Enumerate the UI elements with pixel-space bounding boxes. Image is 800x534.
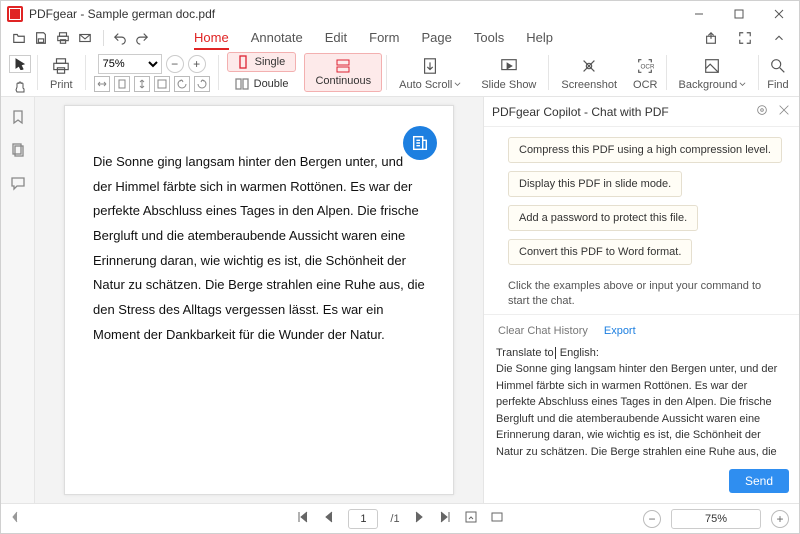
fullscreen-icon[interactable] — [733, 28, 757, 48]
divider — [103, 30, 104, 46]
undo-icon[interactable] — [110, 28, 130, 48]
background-button[interactable]: Background — [669, 49, 757, 96]
copilot-header: PDFgear Copilot - Chat with PDF — [484, 97, 799, 127]
first-page-button[interactable] — [296, 510, 310, 527]
svg-text:OCR: OCR — [641, 63, 655, 70]
copilot-fab-button[interactable] — [403, 126, 437, 160]
window-close-button[interactable] — [759, 1, 799, 27]
select-tool-button[interactable] — [9, 55, 31, 73]
page-display-group: Single Double — [221, 49, 303, 96]
fit-width-icon[interactable] — [94, 76, 110, 92]
suggestion-slide[interactable]: Display this PDF in slide mode. — [508, 171, 682, 197]
open-file-icon[interactable] — [9, 28, 29, 48]
copilot-suggestions: Compress this PDF using a high compressi… — [484, 127, 799, 314]
copilot-hint: Click the examples above or input your c… — [508, 279, 785, 310]
single-page-button[interactable]: Single — [227, 52, 297, 72]
clear-chat-link[interactable]: Clear Chat History — [498, 325, 588, 337]
title-bar: PDFgear - Sample german doc.pdf — [1, 1, 799, 27]
suggestion-word[interactable]: Convert this PDF to Word format. — [508, 239, 692, 265]
menu-annotate[interactable]: Annotate — [251, 27, 303, 50]
email-icon[interactable] — [75, 28, 95, 48]
prev-page-button[interactable] — [322, 510, 336, 527]
page-number-input[interactable]: 1 — [348, 509, 378, 529]
copilot-panel: PDFgear Copilot - Chat with PDF Compress… — [483, 97, 799, 503]
reading-mode-icon[interactable] — [490, 510, 504, 527]
copilot-settings-icon[interactable] — [747, 103, 769, 120]
next-page-button[interactable] — [412, 510, 426, 527]
collapse-sidebar-icon[interactable] — [11, 511, 19, 526]
ocr-button[interactable]: OCR OCR — [627, 49, 663, 96]
suggestion-compress[interactable]: Compress this PDF using a high compressi… — [508, 137, 782, 163]
rotate-right-icon[interactable] — [194, 76, 210, 92]
continuous-button[interactable]: Continuous — [304, 53, 382, 92]
pdf-page: Die Sonne ging langsam hinter den Bergen… — [64, 105, 454, 495]
bookmark-panel-icon[interactable] — [10, 109, 26, 128]
top-toolbar: Home Annotate Edit Form Page Tools Help — [1, 27, 799, 49]
menu-help[interactable]: Help — [526, 27, 553, 50]
copilot-chat-area: Clear Chat History Export Translate to E… — [484, 314, 799, 463]
left-sidebar — [1, 97, 35, 503]
suggestion-password[interactable]: Add a password to protect this file. — [508, 205, 698, 231]
titlebar-right-controls — [699, 27, 793, 49]
collapse-ribbon-icon[interactable] — [767, 28, 791, 48]
rotate-left-icon[interactable] — [174, 76, 190, 92]
auto-scroll-button[interactable]: Auto Scroll — [389, 49, 471, 96]
export-chat-link[interactable]: Export — [604, 325, 636, 337]
redo-icon[interactable] — [132, 28, 152, 48]
zoom-in-footer-button[interactable]: + — [771, 510, 789, 528]
zoom-out-button[interactable]: − — [166, 55, 184, 73]
save-icon[interactable] — [31, 28, 51, 48]
print-button[interactable]: Print — [40, 49, 83, 96]
copilot-title: PDFgear Copilot - Chat with PDF — [492, 105, 669, 119]
menu-page[interactable]: Page — [421, 27, 451, 50]
window-title: PDFgear - Sample german doc.pdf — [29, 7, 679, 21]
comments-panel-icon[interactable] — [10, 175, 26, 194]
document-text: Die Sonne ging langsam hinter den Bergen… — [93, 150, 425, 348]
zoom-out-footer-button[interactable]: − — [643, 510, 661, 528]
ribbon-toolbar: Print 75% − + Single Double — [1, 49, 799, 97]
print-icon[interactable] — [53, 28, 73, 48]
window-maximize-button[interactable] — [719, 1, 759, 27]
slide-show-button[interactable]: Slide Show — [471, 49, 546, 96]
app-logo-icon — [7, 6, 23, 22]
fit-height-icon[interactable] — [134, 76, 150, 92]
document-viewport[interactable]: Die Sonne ging langsam hinter den Bergen… — [35, 97, 483, 503]
last-page-button[interactable] — [438, 510, 452, 527]
menu-tools[interactable]: Tools — [474, 27, 504, 50]
print-label: Print — [50, 79, 73, 91]
zoom-in-button[interactable]: + — [188, 55, 206, 73]
page-count: /1 — [390, 513, 399, 525]
main-menu: Home Annotate Edit Form Page Tools Help — [194, 27, 553, 50]
reflow-icon[interactable] — [464, 510, 478, 527]
thumbnails-panel-icon[interactable] — [10, 142, 26, 161]
window-minimize-button[interactable] — [679, 1, 719, 27]
zoom-select[interactable]: 75% — [98, 54, 162, 74]
zoom-group: 75% − + — [88, 49, 216, 96]
find-button[interactable]: Find — [761, 49, 794, 96]
hand-tool-button[interactable] — [9, 79, 31, 96]
copilot-close-icon[interactable] — [769, 103, 791, 120]
status-bar: 1 /1 − 75% + — [1, 503, 799, 533]
zoom-value-footer[interactable]: 75% — [671, 509, 761, 529]
share-icon[interactable] — [699, 28, 723, 48]
fit-page-icon[interactable] — [114, 76, 130, 92]
send-button[interactable]: Send — [729, 469, 789, 493]
double-page-button[interactable]: Double — [227, 74, 297, 94]
menu-edit[interactable]: Edit — [325, 27, 347, 50]
actual-size-icon[interactable] — [154, 76, 170, 92]
menu-home[interactable]: Home — [194, 27, 229, 50]
screenshot-button[interactable]: Screenshot — [551, 49, 627, 96]
chat-input[interactable]: Translate to English: Die Sonne ging lan… — [496, 345, 787, 463]
menu-form[interactable]: Form — [369, 27, 399, 50]
